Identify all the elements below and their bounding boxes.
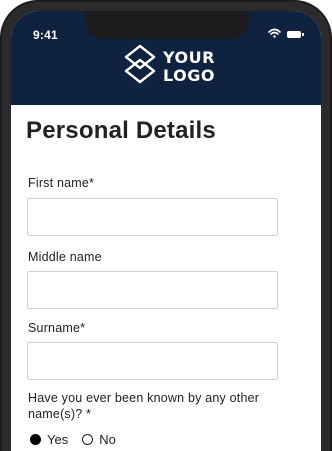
surname-label: Surname* <box>28 321 86 335</box>
phone-notch <box>85 11 249 39</box>
logo-line-1: YOUR <box>163 47 215 67</box>
radio-option-no[interactable]: No <box>82 432 116 447</box>
wifi-icon <box>268 25 281 43</box>
logo-line-2: LOGO <box>163 65 215 85</box>
phone-screen: 9:41 YOUR LOGO Personal Details First na… <box>11 11 321 451</box>
radio-no-label: No <box>99 432 116 447</box>
battery-icon <box>287 30 304 38</box>
first-name-label: First name* <box>28 176 95 190</box>
radio-yes-label: Yes <box>47 432 69 447</box>
other-names-question: Have you ever been known by any other na… <box>28 391 260 421</box>
radio-no-unselected-icon[interactable] <box>82 434 94 445</box>
surname-input[interactable] <box>27 342 278 380</box>
middle-name-input[interactable] <box>27 271 278 309</box>
logo-mark-icon <box>123 44 157 89</box>
first-name-input[interactable] <box>27 198 278 236</box>
radio-yes-selected-icon[interactable] <box>30 434 41 445</box>
middle-name-label: Middle name <box>28 250 102 264</box>
logo-text: YOUR LOGO <box>163 47 215 85</box>
logo: YOUR LOGO <box>123 44 215 89</box>
other-names-radio-group: Yes No <box>30 432 116 447</box>
status-time: 9:41 <box>33 28 58 42</box>
page-title: Personal Details <box>26 117 216 144</box>
status-icons <box>268 25 304 43</box>
form-content: Personal Details First name* Middle name… <box>11 105 321 451</box>
app-header: 9:41 YOUR LOGO <box>11 11 321 105</box>
phone-frame: 9:41 YOUR LOGO Personal Details First na… <box>0 0 332 451</box>
radio-option-yes[interactable]: Yes <box>30 432 68 447</box>
